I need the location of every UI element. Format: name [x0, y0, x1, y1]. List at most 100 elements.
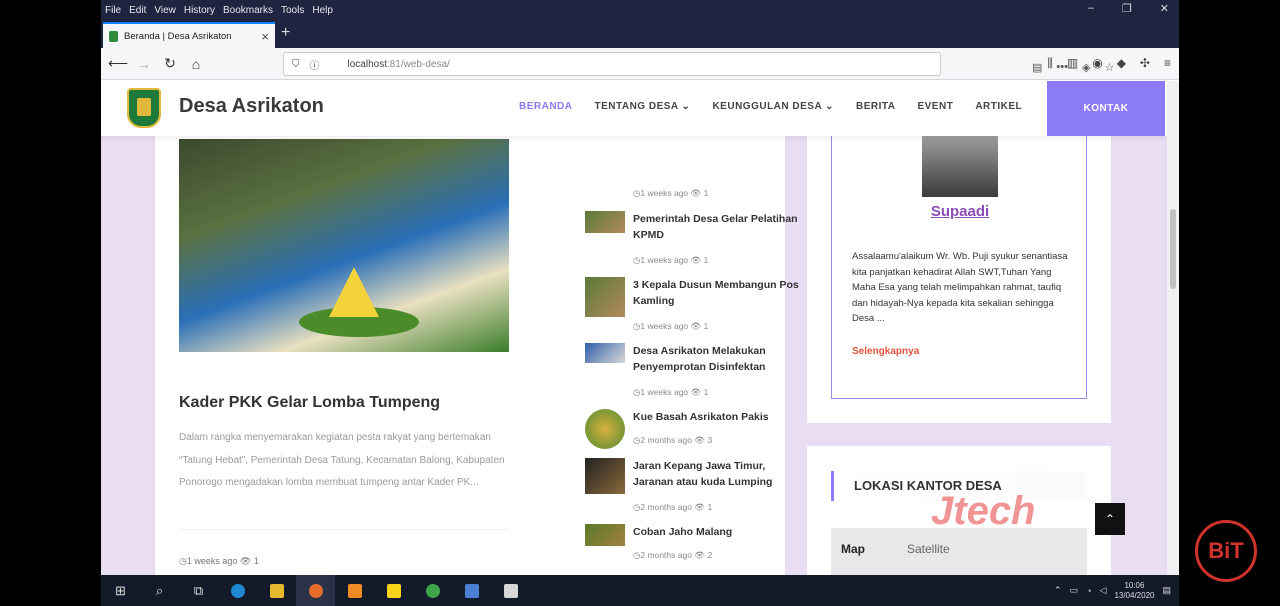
recent-meta: ◷2 months ago 👁 3: [633, 435, 713, 445]
thumbnail[interactable]: [585, 524, 625, 546]
recent-meta: ◷1 weeks ago 👁 1: [633, 387, 709, 397]
recent-meta-top-text: 1 weeks ago 👁 1: [640, 188, 709, 198]
map-widget[interactable]: Map Satellite: [831, 528, 1087, 575]
menu-bookmarks[interactable]: Bookmarks: [223, 5, 273, 16]
battery-icon[interactable]: ▭: [1070, 585, 1079, 596]
nav-beranda[interactable]: BERANDA: [519, 101, 573, 112]
library-icon[interactable]: ⫼: [1047, 56, 1053, 71]
search-icon[interactable]: ⌕: [140, 575, 179, 606]
account-icon[interactable]: ◉: [1092, 56, 1102, 71]
reader-view-icon[interactable]: ▤: [1032, 61, 1042, 74]
scrollbar-thumb[interactable]: [1170, 209, 1176, 289]
menu-history[interactable]: History: [184, 5, 215, 16]
app-icon[interactable]: [452, 575, 491, 606]
system-tray: ⌃ ▭ ◔ ◁ 10:06 13/04/2020 ▤: [1054, 575, 1171, 606]
post-image[interactable]: [179, 139, 509, 352]
sticky-notes-icon[interactable]: [374, 575, 413, 606]
chevron-up-icon[interactable]: ⌃: [1054, 585, 1062, 596]
restore-icon[interactable]: ❐: [1122, 2, 1132, 15]
new-tab-icon[interactable]: +: [281, 24, 290, 42]
network-icon[interactable]: ◔: [1086, 586, 1091, 596]
main-nav: BERANDA TENTANG DESA ⌄ KEUNGGULAN DESA ⌄…: [519, 101, 1044, 112]
close-window-icon[interactable]: ✕: [1160, 2, 1169, 15]
recent-meta-text: 1 weeks ago 👁 1: [640, 387, 709, 397]
recent-title[interactable]: Kue Basah Asrikaton Pakis: [633, 409, 805, 425]
minimize-icon[interactable]: –: [1088, 2, 1094, 15]
menu-edit[interactable]: Edit: [129, 5, 146, 16]
sublime-icon[interactable]: [335, 575, 374, 606]
site-header: Desa Asrikaton BERANDA TENTANG DESA ⌄ KE…: [101, 81, 1167, 136]
recent-meta-text: 2 months ago 👁 1: [640, 502, 713, 512]
nav-tentang-desa-label: TENTANG DESA: [594, 101, 679, 112]
home-icon[interactable]: ⌂: [183, 56, 209, 72]
web-page: Kader PKK Gelar Lomba Tumpeng Dalam rang…: [101, 81, 1167, 575]
page-scrollbar[interactable]: [1167, 81, 1179, 575]
menu-file[interactable]: File: [105, 5, 121, 16]
back-icon[interactable]: ⟵: [105, 55, 131, 72]
thumbnail[interactable]: [585, 409, 625, 449]
browser-window: File Edit View History Bookmarks Tools H…: [101, 0, 1179, 606]
recent-title[interactable]: Desa Asrikaton Melakukan Penyemprotan Di…: [633, 343, 805, 375]
notification-icon[interactable]: ▤: [1162, 585, 1171, 596]
extension-icon[interactable]: ◆: [1117, 56, 1126, 71]
forward-icon[interactable]: →: [131, 56, 157, 72]
thumbnail[interactable]: [585, 277, 625, 317]
recent-title[interactable]: Jaran Kepang Jawa Timur, Jaranan atau ku…: [633, 458, 805, 490]
menu-bar: File Edit View History Bookmarks Tools H…: [101, 0, 1179, 20]
post-title[interactable]: Kader PKK Gelar Lomba Tumpeng: [179, 394, 440, 412]
post-meta: ◷1 weeks ago 👁 1: [179, 529, 509, 569]
reload-icon[interactable]: ↻: [157, 55, 183, 72]
profile-name[interactable]: Supaadi: [832, 203, 1088, 220]
scroll-to-top-button[interactable]: ⌃: [1095, 503, 1125, 535]
nav-keunggulan-desa[interactable]: KEUNGGULAN DESA ⌄: [712, 101, 834, 112]
recent-title[interactable]: Pemerintah Desa Gelar Pelatihan KPMD: [633, 211, 805, 243]
nav-artikel[interactable]: ARTIKEL: [975, 101, 1022, 112]
read-more-link[interactable]: Selengkapnya: [852, 346, 919, 357]
chrome-icon[interactable]: [413, 575, 452, 606]
image-tumpeng: [329, 267, 379, 317]
profile-greeting: Assalaamu'alaikum Wr. Wb. Puji syukur se…: [852, 251, 1068, 324]
url-host: localhost: [347, 58, 387, 70]
nav-event[interactable]: EVENT: [917, 101, 953, 112]
satellite-tab[interactable]: Satellite: [907, 542, 950, 556]
windows-taskbar: ⊞ ⌕ ⧉ ⌃ ▭ ◔ ◁ 10:06 13/04/2020 ▤: [101, 575, 1179, 606]
contact-button[interactable]: KONTAK: [1047, 81, 1165, 136]
thumbnail[interactable]: [585, 211, 625, 233]
village-logo[interactable]: [127, 88, 161, 128]
village-head-card: Supaadi Assalaamu'alaikum Wr. Wb. Puji s…: [807, 121, 1111, 423]
browser-tab[interactable]: Beranda | Desa Asrikaton ×: [103, 22, 275, 48]
tab-strip: Beranda | Desa Asrikaton × +: [101, 20, 1179, 48]
recent-title[interactable]: Coban Jaho Malang: [633, 524, 805, 540]
recent-meta: ◷1 weeks ago 👁 1: [633, 321, 709, 331]
recent-meta-text: 1 weeks ago 👁 1: [640, 255, 709, 265]
sidebar-icon[interactable]: ▥: [1067, 56, 1078, 71]
menu-help[interactable]: Help: [312, 5, 333, 16]
file-explorer-icon[interactable]: [257, 575, 296, 606]
volume-icon[interactable]: ◁: [1100, 585, 1107, 596]
nav-tentang-desa[interactable]: TENTANG DESA ⌄: [595, 101, 691, 112]
nav-berita[interactable]: BERITA: [856, 101, 895, 112]
start-icon[interactable]: ⊞: [101, 575, 140, 606]
recent-title[interactable]: 3 Kepala Dusun Membangun Pos Kamling: [633, 277, 805, 309]
close-tab-icon[interactable]: ×: [261, 29, 269, 44]
post-meta-text: 1 weeks ago 👁 1: [186, 556, 259, 566]
hamburger-menu-icon[interactable]: ≡: [1164, 56, 1171, 71]
edge-icon[interactable]: [218, 575, 257, 606]
site-title[interactable]: Desa Asrikaton: [179, 95, 324, 118]
clock-time: 10:06: [1124, 580, 1145, 590]
map-tab[interactable]: Map: [841, 542, 865, 556]
thumbnail[interactable]: [585, 343, 625, 363]
menu-tools[interactable]: Tools: [281, 5, 304, 16]
thumbnail[interactable]: [585, 458, 625, 494]
info-icon[interactable]: ⓘ: [310, 57, 320, 72]
menu-view[interactable]: View: [154, 5, 176, 16]
clock[interactable]: 10:06 13/04/2020: [1114, 581, 1154, 601]
shield-icon[interactable]: ⛉: [292, 59, 300, 70]
firefox-icon[interactable]: [296, 575, 335, 606]
recent-meta-text: 2 months ago 👁 2: [640, 550, 713, 560]
paint-icon[interactable]: [491, 575, 530, 606]
task-view-icon[interactable]: ⧉: [179, 575, 218, 606]
url-bar[interactable]: ⛉ ⓘ localhost:81/web-desa/ ▤ ••• ◈ ☆: [283, 52, 1114, 76]
addons-icon[interactable]: ✣: [1140, 56, 1150, 71]
tab-title: Beranda | Desa Asrikaton: [124, 30, 232, 42]
